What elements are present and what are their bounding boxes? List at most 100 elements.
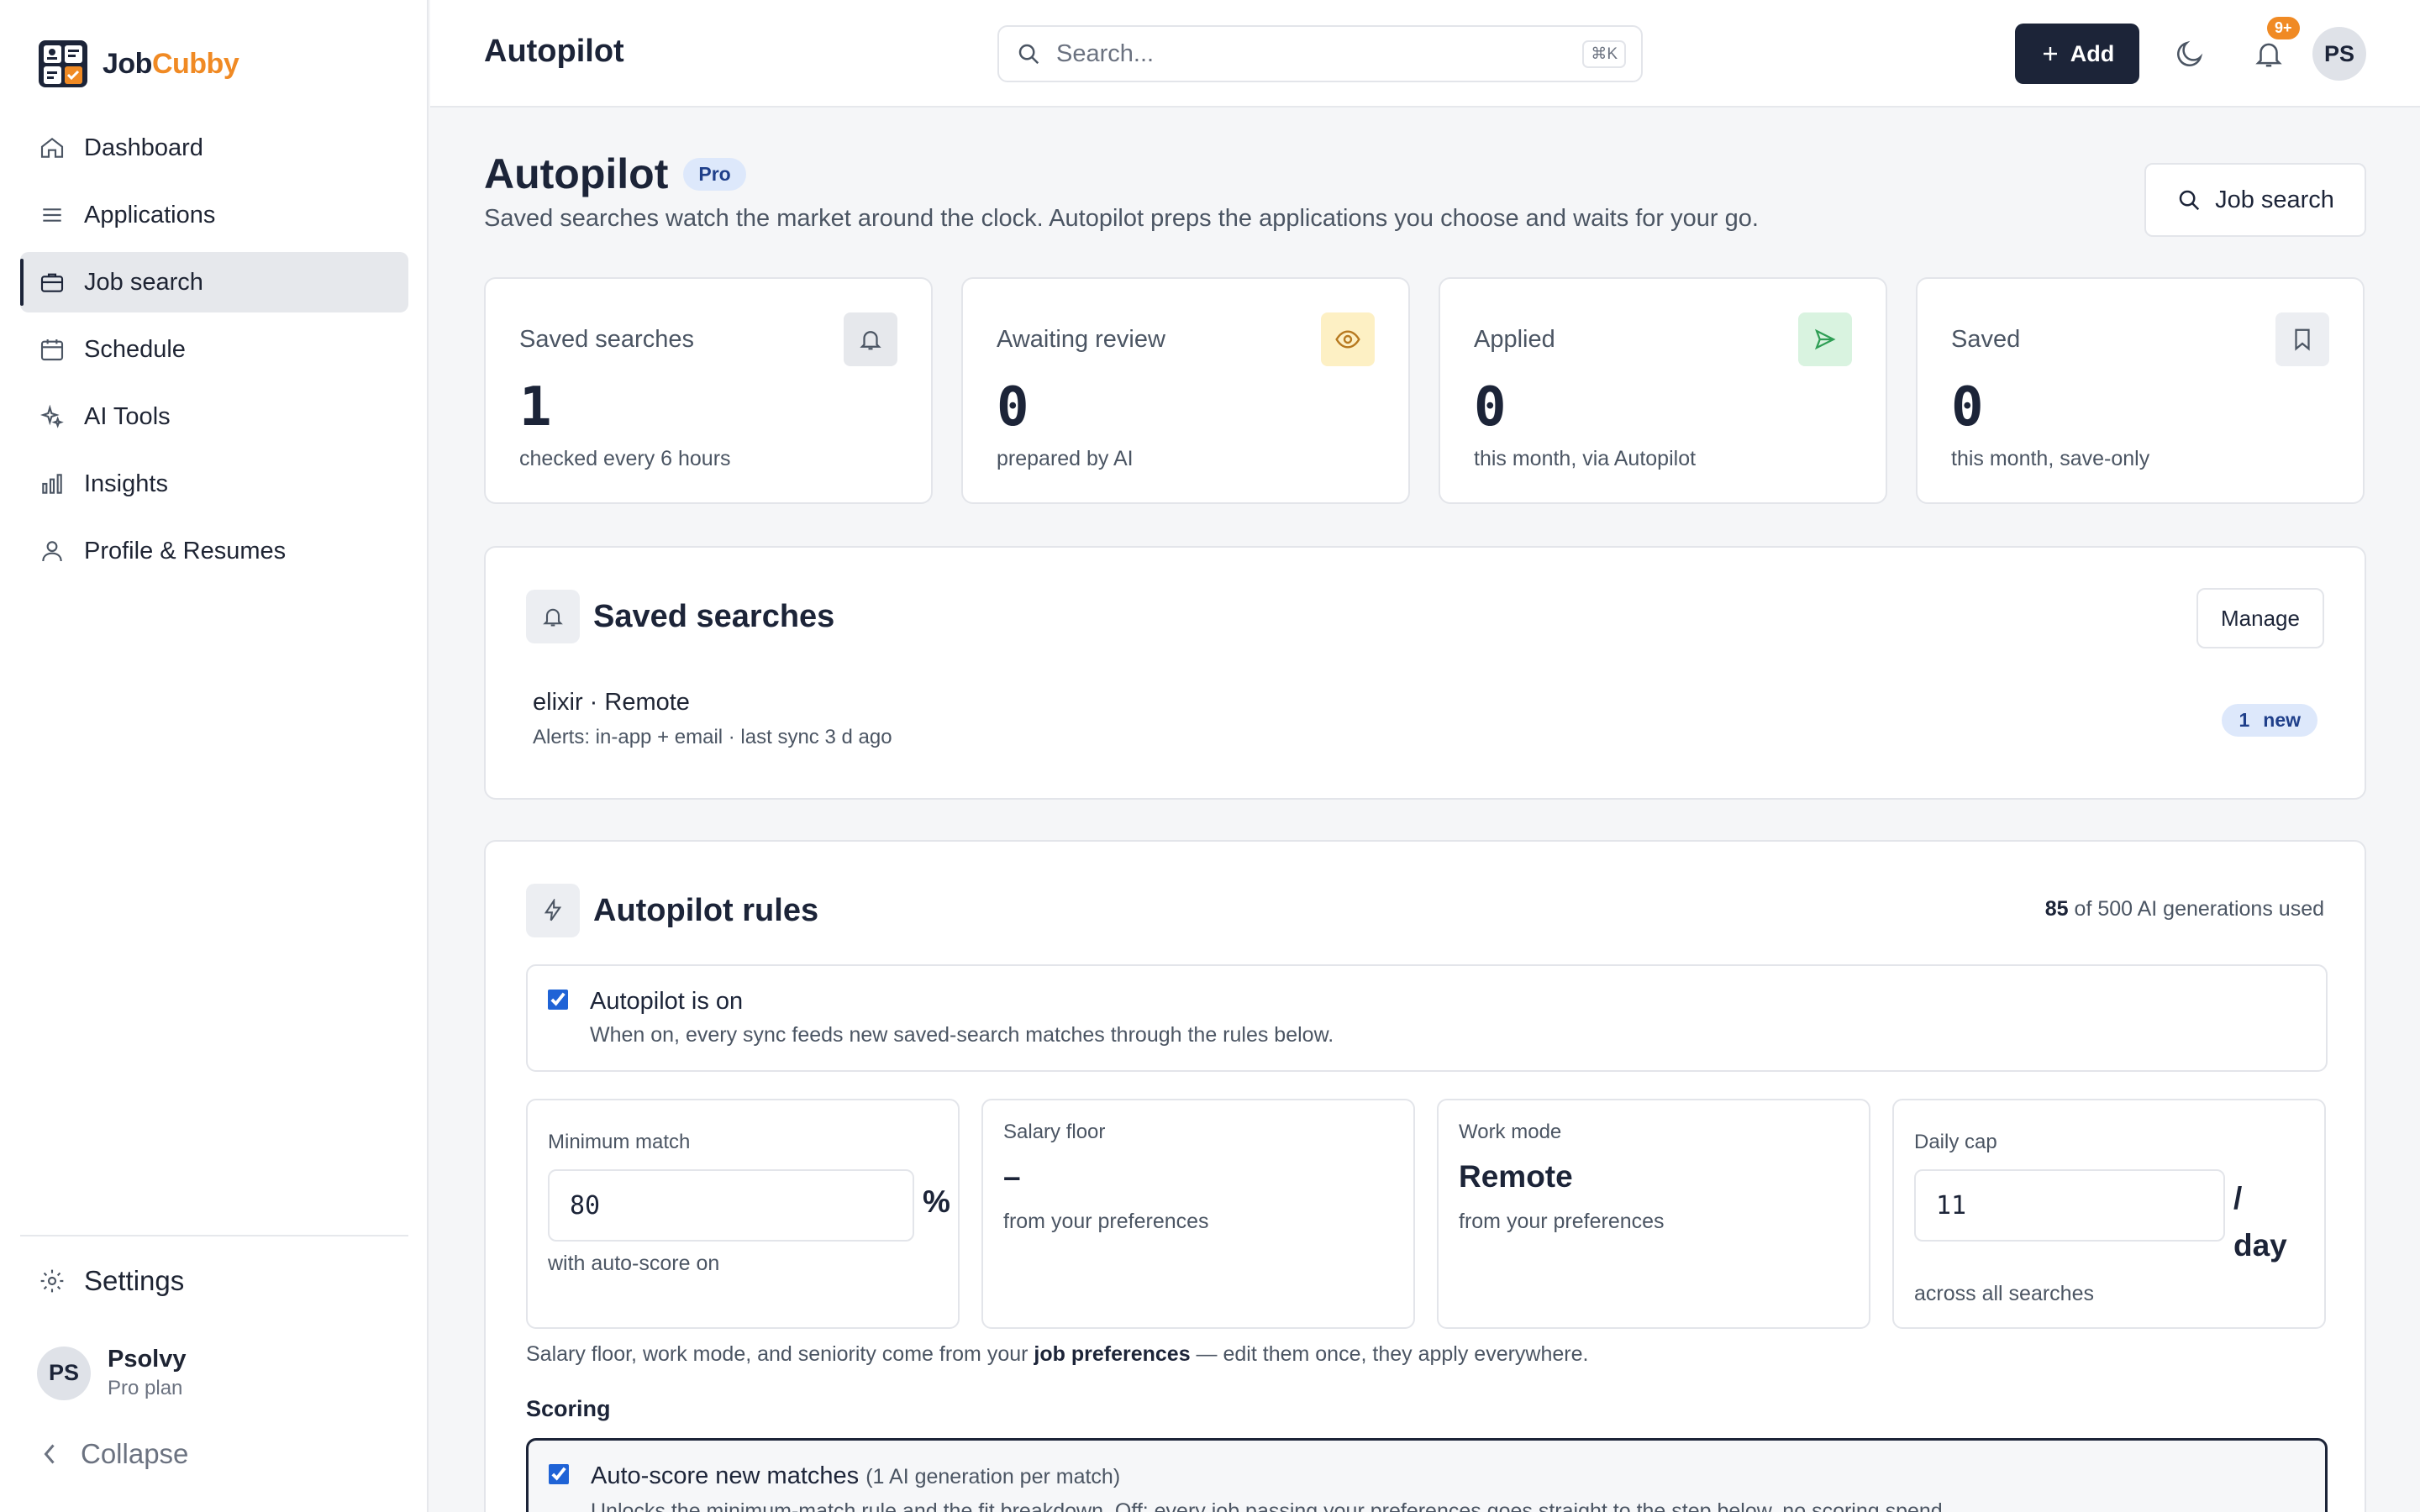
brand-name: JobCubby xyxy=(103,47,239,80)
sidebar-divider xyxy=(20,1235,408,1236)
stat-label: Applied xyxy=(1474,326,1555,353)
autopilot-checkbox[interactable] xyxy=(548,990,568,1010)
add-button[interactable]: Add xyxy=(2015,24,2139,84)
auto-score-sub: Unlocks the minimum-match rule and the f… xyxy=(591,1499,1949,1512)
stat-icon-box xyxy=(1321,312,1375,366)
topbar-avatar[interactable]: PS xyxy=(2312,27,2366,81)
page-title: Autopilot xyxy=(484,150,669,197)
user-name: Psolvy xyxy=(108,1346,187,1373)
plus-icon xyxy=(2043,47,2057,60)
sidebar-item-ai-tools[interactable]: AI Tools xyxy=(20,386,408,447)
auto-score-checkbox[interactable] xyxy=(549,1464,569,1484)
autopilot-toggle-title: Autopilot is on xyxy=(590,988,744,1015)
stat-sub: this month, via Autopilot xyxy=(1474,447,1697,470)
prefs-note-before: Salary floor, work mode, and seniority c… xyxy=(526,1342,1034,1366)
sidebar-item-label: Dashboard xyxy=(84,134,203,161)
rule-unit-slash: / xyxy=(2233,1181,2243,1215)
sidebar-item-insights[interactable]: Insights xyxy=(20,454,408,514)
rules-row: Minimum match % with auto-score on Salar… xyxy=(526,1099,2326,1329)
sidebar-item-schedule[interactable]: Schedule xyxy=(20,319,408,380)
auto-score-box: Auto-score new matches (1 AI generation … xyxy=(526,1438,2328,1512)
topbar: Autopilot ⌘K Add 9+ PS xyxy=(430,0,2420,108)
stat-card-saved: Saved 0 this month, save-only xyxy=(1916,277,2365,504)
job-preferences-link[interactable]: job preferences xyxy=(1034,1342,1190,1366)
sidebar-item-label: Insights xyxy=(84,470,168,497)
job-search-button[interactable]: Job search xyxy=(2144,163,2366,237)
stat-sub: this month, save-only xyxy=(1951,447,2150,470)
rule-sub: from your preferences xyxy=(1003,1210,1209,1233)
sparkles-icon xyxy=(39,404,64,428)
stat-value: 1 xyxy=(519,376,552,438)
card-title: Autopilot rules xyxy=(593,892,819,928)
auto-score-title-text: Auto-score new matches xyxy=(591,1462,860,1489)
settings-link[interactable]: Settings xyxy=(39,1265,184,1297)
daily-cap-input[interactable] xyxy=(1914,1169,2225,1242)
sidebar: JobCubby Dashboard Applications Job sear… xyxy=(0,0,429,1512)
dark-mode-toggle[interactable] xyxy=(2166,30,2213,77)
sidebar-item-profile-resumes[interactable]: Profile & Resumes xyxy=(20,521,408,581)
rule-label: Daily cap xyxy=(1914,1131,1997,1153)
stat-card-saved-searches: Saved searches 1 checked every 6 hours xyxy=(484,277,933,504)
search-box[interactable]: ⌘K xyxy=(997,25,1643,82)
stat-value: 0 xyxy=(997,376,1029,438)
jobcubby-logo-icon xyxy=(39,40,87,87)
stat-value: 0 xyxy=(1474,376,1507,438)
bell-icon xyxy=(2255,43,2282,67)
sidebar-item-dashboard[interactable]: Dashboard xyxy=(20,118,408,178)
rule-work-mode: Work mode Remote from your preferences xyxy=(1437,1099,1870,1329)
avatar: PS xyxy=(37,1346,91,1400)
saved-search-sub: Alerts: in-app + email · last sync 3 d a… xyxy=(533,726,892,748)
placeholder xyxy=(430,30,477,77)
bell-icon xyxy=(860,331,881,350)
rule-salary-floor: Salary floor – from your preferences xyxy=(981,1099,1415,1329)
job-search-button-label: Job search xyxy=(2215,186,2334,213)
rule-label: Work mode xyxy=(1459,1121,1562,1143)
minimum-match-input[interactable] xyxy=(548,1169,914,1242)
autopilot-rules-card: Autopilot rules 85 of 500 AI generations… xyxy=(484,840,2366,1512)
stat-label: Saved searches xyxy=(519,326,694,353)
rule-sub: across all searches xyxy=(1914,1282,2094,1305)
plan-pill: Pro xyxy=(683,157,746,191)
stat-card-awaiting-review: Awaiting review 0 prepared by AI xyxy=(961,277,1410,504)
search-icon xyxy=(2179,190,2200,211)
prefs-note-after: — edit them once, they apply everywhere. xyxy=(1190,1342,1589,1366)
bookmark-icon xyxy=(2295,328,2310,351)
stat-sub: checked every 6 hours xyxy=(519,447,731,470)
sidebar-item-label: Applications xyxy=(84,201,216,228)
rule-unit-percent: % xyxy=(923,1184,950,1219)
briefcase-icon xyxy=(40,273,64,292)
rule-minimum-match: Minimum match % with auto-score on xyxy=(526,1099,960,1329)
sidebar-item-applications[interactable]: Applications xyxy=(20,185,408,245)
rule-label: Salary floor xyxy=(1003,1121,1106,1143)
card-icon-box xyxy=(526,884,580,937)
user-profile[interactable]: PS Psolvy Pro plan xyxy=(37,1346,187,1400)
new-label: new xyxy=(2263,709,2301,731)
autopilot-toggle-box: Autopilot is on When on, every sync feed… xyxy=(526,964,2328,1072)
page-heading: Autopilot Pro xyxy=(484,150,746,198)
moon-icon xyxy=(2177,40,2203,66)
new-matches-badge: 1 new xyxy=(2222,704,2317,737)
card-header: Autopilot rules xyxy=(526,884,818,937)
new-count: 1 xyxy=(2238,709,2250,731)
manage-button[interactable]: Manage xyxy=(2196,588,2324,648)
lightning-icon xyxy=(544,899,562,921)
stat-icon-box xyxy=(844,312,897,366)
ai-usage-rest: of 500 AI generations used xyxy=(2074,897,2324,921)
stat-icon-box xyxy=(2275,312,2329,366)
stat-icon-box xyxy=(1798,312,1852,366)
collapse-button[interactable]: Collapse xyxy=(40,1438,188,1470)
stats-row: Saved searches 1 checked every 6 hours A… xyxy=(484,277,2365,504)
page-subtitle: Saved searches watch the market around t… xyxy=(484,205,1759,232)
preferences-note: Salary floor, work mode, and seniority c… xyxy=(526,1342,1588,1367)
list-icon xyxy=(43,208,61,222)
rule-sub: from your preferences xyxy=(1459,1210,1665,1233)
search-shortcut: ⌘K xyxy=(1582,39,1626,68)
collapse-label: Collapse xyxy=(81,1438,189,1469)
search-input[interactable] xyxy=(1056,39,1568,68)
stat-sub: prepared by AI xyxy=(997,447,1134,470)
user-plan: Pro plan xyxy=(108,1377,183,1399)
sidebar-item-job-search[interactable]: Job search xyxy=(20,252,408,312)
settings-label: Settings xyxy=(84,1265,185,1296)
calendar-icon xyxy=(40,339,64,361)
brand-logo[interactable]: JobCubby xyxy=(37,39,239,89)
